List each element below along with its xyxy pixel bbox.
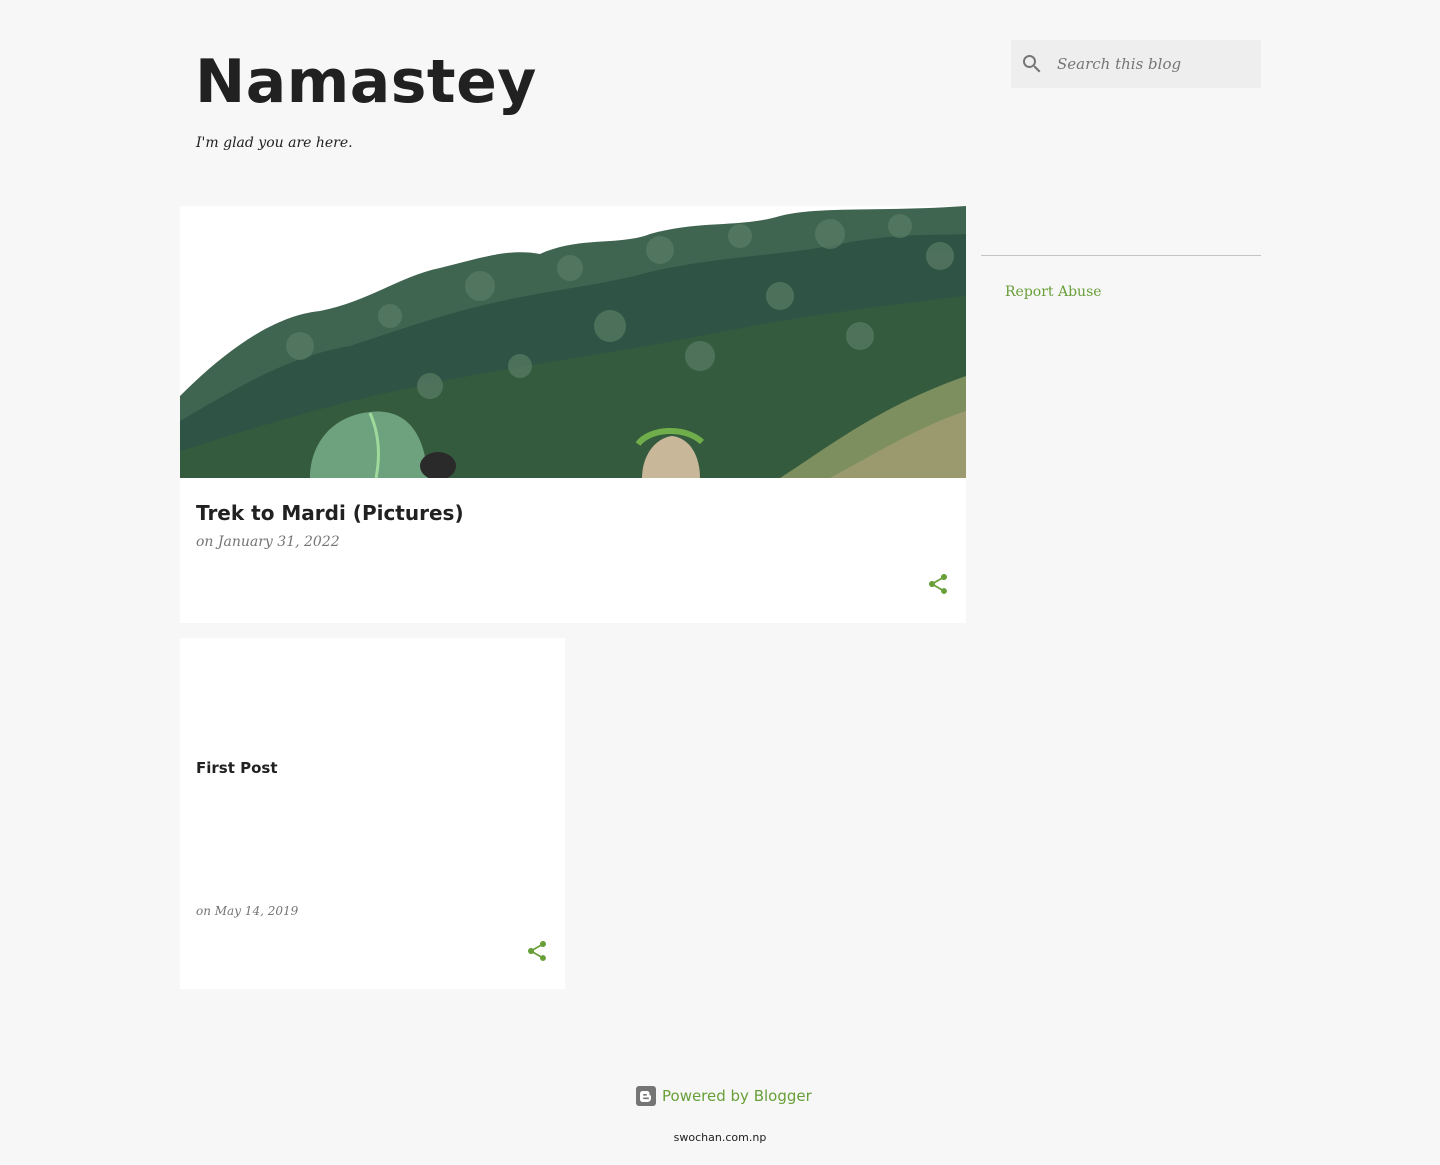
mountain-photo bbox=[180, 206, 966, 478]
powered-by-text: Powered by Blogger bbox=[662, 1087, 812, 1105]
search-icon[interactable] bbox=[1020, 52, 1044, 76]
post-title[interactable]: Trek to Mardi (Pictures) bbox=[196, 501, 464, 525]
blog-description: I'm glad you are here. bbox=[196, 135, 353, 151]
search-box[interactable] bbox=[1011, 40, 1261, 88]
sidebar-divider bbox=[981, 255, 1261, 256]
share-icon[interactable] bbox=[525, 939, 549, 963]
post-date[interactable]: on May 14, 2019 bbox=[196, 904, 298, 918]
share-icon[interactable] bbox=[926, 572, 950, 596]
blogger-icon bbox=[636, 1086, 656, 1106]
powered-by-blogger-link[interactable]: Powered by Blogger bbox=[636, 1085, 812, 1107]
search-input[interactable] bbox=[1057, 40, 1255, 88]
post-title[interactable]: First Post bbox=[196, 759, 278, 777]
footer-domain: swochan.com.np bbox=[673, 1131, 767, 1144]
post-card: First Post on May 14, 2019 bbox=[180, 638, 565, 989]
post-featured-image[interactable] bbox=[180, 206, 966, 478]
post-card: Trek to Mardi (Pictures) on January 31, … bbox=[180, 206, 966, 623]
report-abuse-link[interactable]: Report Abuse bbox=[1005, 284, 1102, 300]
blog-title[interactable]: Namastey bbox=[195, 44, 537, 120]
post-date[interactable]: on January 31, 2022 bbox=[196, 534, 340, 550]
